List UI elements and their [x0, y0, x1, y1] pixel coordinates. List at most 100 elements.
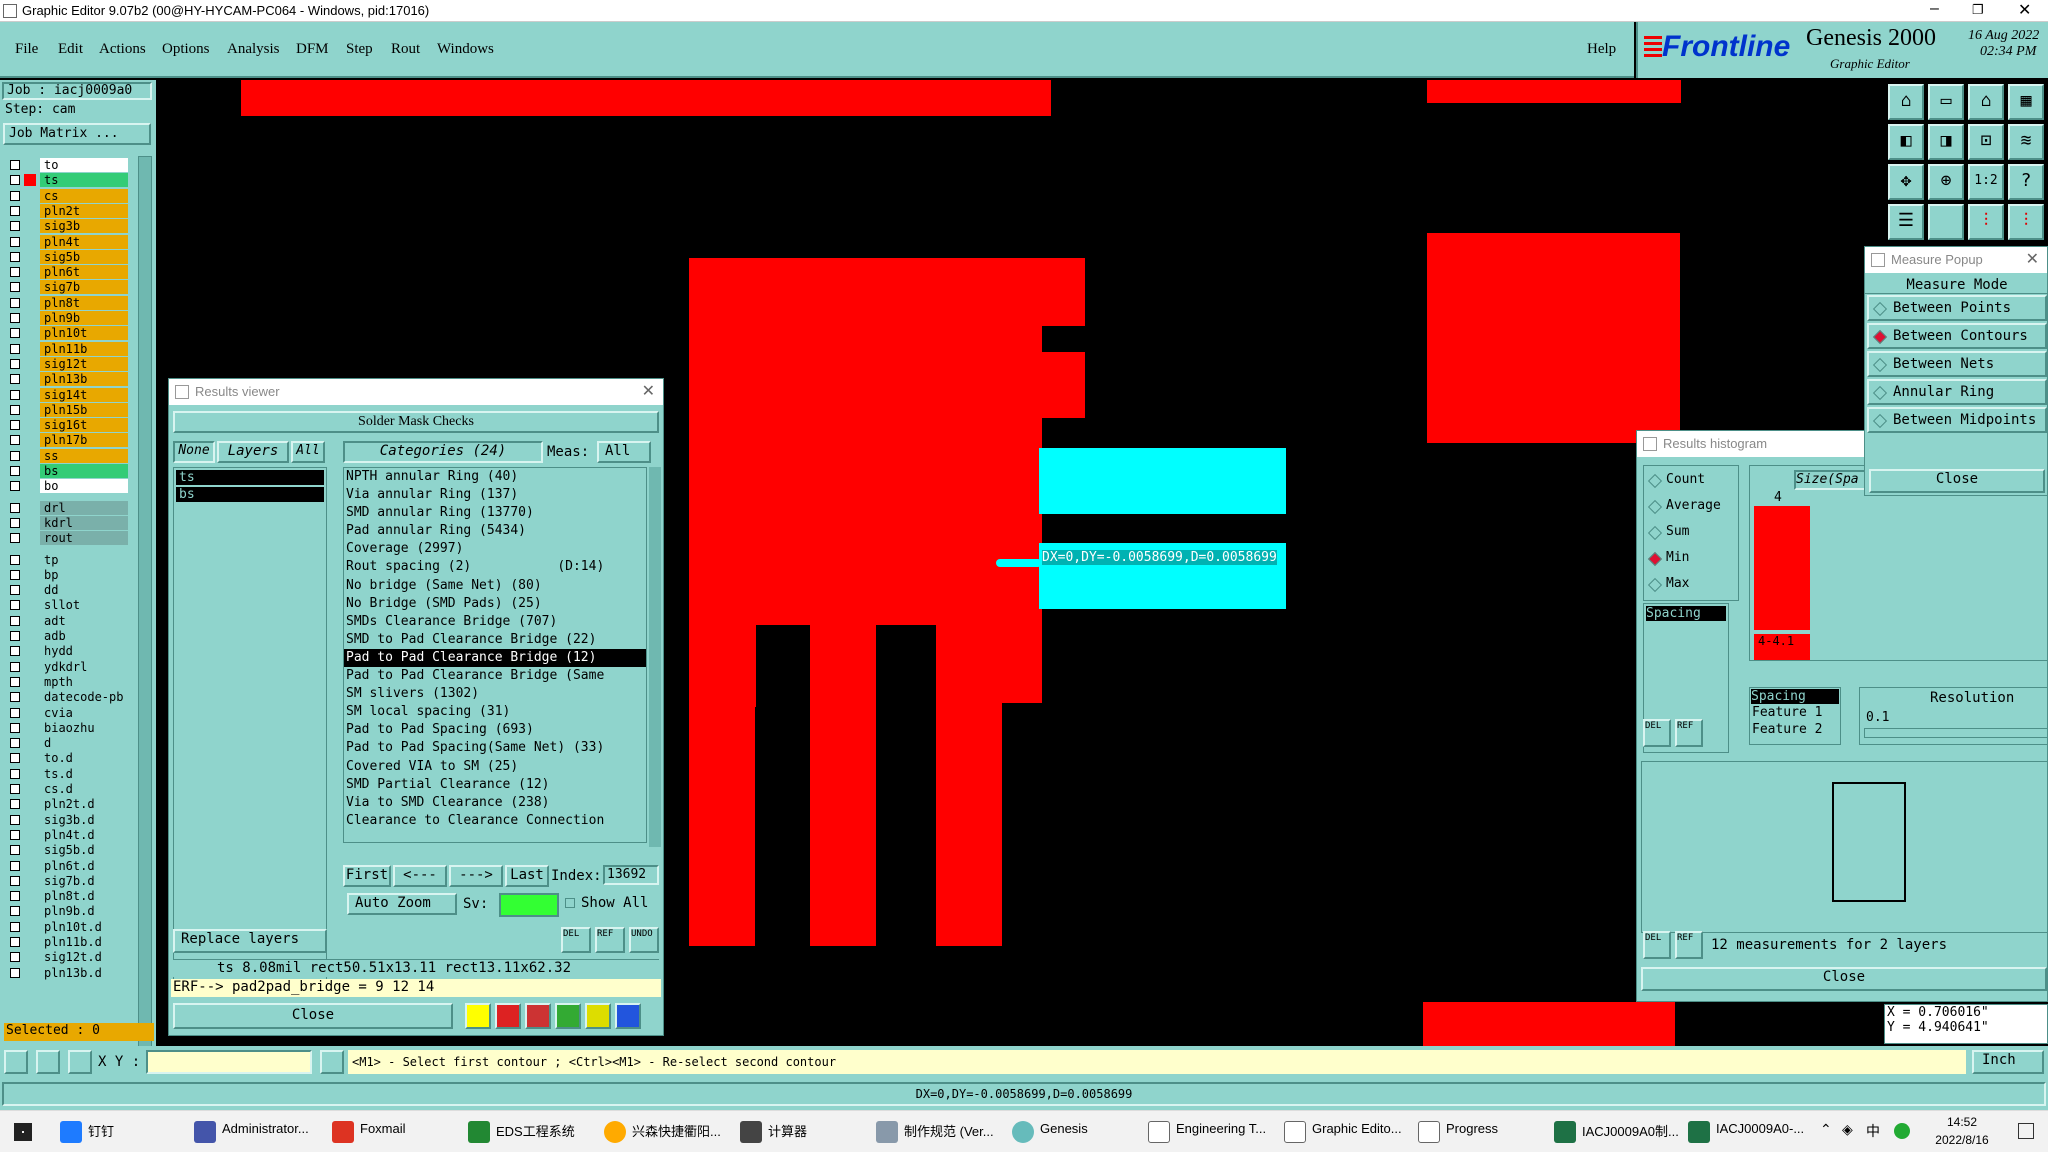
ref-button[interactable]: REF — [1675, 719, 1703, 747]
zoom-home-icon[interactable]: ⌂ — [1888, 84, 1924, 120]
layer-name[interactable]: ts.d — [40, 766, 128, 781]
category-item[interactable]: Clearance to Clearance Connection — [344, 812, 646, 830]
layer-row[interactable]: bs — [4, 464, 152, 479]
category-item[interactable]: SMDs Clearance Bridge (707) — [344, 613, 646, 631]
mode-between-points[interactable]: Between Points — [1867, 295, 2047, 321]
home-icon[interactable]: ⌂ — [1968, 84, 2004, 120]
layer-checkbox[interactable] — [10, 282, 20, 293]
layer-name[interactable]: tp — [40, 552, 128, 567]
mode-between-nets[interactable]: Between Nets — [1867, 351, 2047, 377]
layer-checkbox[interactable] — [10, 343, 20, 354]
next-button[interactable]: ---> — [449, 865, 503, 887]
category-item[interactable]: SMD Partial Clearance (12) — [344, 776, 646, 794]
layer-name[interactable]: d — [40, 736, 128, 751]
layer-row[interactable]: sig7b — [4, 280, 152, 295]
layer-checkbox[interactable] — [10, 517, 20, 528]
del-button[interactable]: DEL — [561, 927, 591, 953]
layer-checkbox[interactable] — [10, 297, 20, 308]
layer-row[interactable]: sig5b — [4, 249, 152, 265]
layer-name[interactable]: sig3b.d — [40, 812, 128, 827]
layer-row[interactable]: rout — [4, 531, 152, 546]
layer-row[interactable]: to — [4, 158, 152, 173]
stat-max[interactable]: Max — [1644, 574, 1740, 598]
last-button[interactable]: Last — [505, 865, 549, 887]
menu-rout[interactable]: Rout — [391, 41, 420, 58]
layer-name[interactable]: sig14t — [40, 387, 128, 402]
category-item[interactable]: SM local spacing (31) — [344, 703, 646, 721]
layer-row[interactable]: pln4t — [4, 234, 152, 250]
menu-actions[interactable]: Actions — [99, 41, 146, 58]
layer-checkbox[interactable] — [10, 615, 20, 626]
layer-checkbox[interactable] — [10, 502, 20, 513]
close-icon[interactable]: ✕ — [642, 379, 655, 405]
layer-name[interactable]: sig5b — [40, 249, 128, 264]
layer-checkbox[interactable] — [10, 466, 20, 476]
layer-checkbox[interactable] — [10, 891, 20, 902]
layer-checkbox[interactable] — [10, 554, 20, 565]
layer-checkbox[interactable] — [10, 646, 20, 657]
layer-name[interactable]: pln11b — [40, 341, 128, 356]
layer-checkbox[interactable] — [10, 692, 20, 703]
taskbar-item[interactable]: 钉钉 — [88, 1121, 114, 1140]
measure-close-button[interactable]: Close — [1869, 469, 2045, 493]
layer-checkbox[interactable] — [10, 814, 20, 825]
layer-checkbox[interactable] — [10, 967, 20, 978]
layer-name[interactable]: sig7b.d — [40, 873, 128, 888]
menu-options[interactable]: Options — [162, 41, 210, 58]
info-icon[interactable] — [320, 1050, 344, 1074]
layer-checkbox[interactable] — [10, 175, 20, 186]
layer-row[interactable]: pln2t — [4, 203, 152, 219]
layer-name[interactable]: pln11b.d — [40, 935, 128, 949]
layer-row[interactable]: ss — [4, 448, 152, 464]
first-button[interactable]: First — [343, 865, 391, 887]
meas-dropdown[interactable]: All — [597, 441, 651, 463]
layer-row[interactable]: hydd — [4, 644, 152, 659]
measure-tool-icon[interactable] — [36, 1050, 60, 1074]
layer-name[interactable]: adt — [40, 613, 128, 628]
layer-checkbox[interactable] — [10, 799, 20, 810]
layer-row[interactable]: tp — [4, 552, 152, 568]
blank-tool-icon[interactable] — [1928, 204, 1964, 240]
wechat-icon[interactable] — [1894, 1123, 1910, 1139]
layer-name[interactable]: to — [40, 158, 128, 172]
layer-row[interactable]: pln13b — [4, 372, 152, 387]
layer-row[interactable]: sig14t — [4, 387, 152, 403]
layer-name[interactable]: pln10t — [40, 326, 128, 341]
layer-row[interactable]: cs.d — [4, 782, 152, 797]
layer-name[interactable]: pln10t.d — [40, 919, 128, 934]
category-item[interactable]: NPTH annular Ring (40) — [344, 468, 646, 486]
layer-row[interactable]: adb — [4, 629, 152, 644]
layer-row[interactable]: pln4t.d — [4, 827, 152, 843]
layer-name[interactable]: sig12t — [40, 356, 128, 371]
filter-icon[interactable]: ☰ — [1888, 204, 1924, 240]
layer-name[interactable]: pln13b.d — [40, 965, 128, 980]
layer-name[interactable]: biaozhu — [40, 720, 128, 735]
layer-selection-list[interactable]: ts bs — [173, 467, 327, 991]
units-dropdown[interactable]: Inch — [1972, 1050, 2044, 1074]
window-icon[interactable]: ⊡ — [1968, 124, 2004, 160]
grid-icon[interactable]: ▦ — [2008, 84, 2044, 120]
layer-checkbox[interactable] — [10, 921, 20, 932]
chart-icon[interactable] — [465, 1003, 491, 1029]
mode-annular-ring[interactable]: Annular Ring — [1867, 379, 2047, 405]
layer-checkbox[interactable] — [10, 389, 20, 400]
layer-name[interactable]: rout — [40, 531, 128, 546]
layer-row[interactable]: pln15b — [4, 402, 152, 418]
category-item[interactable]: Pad to Pad Spacing (693) — [344, 721, 646, 739]
category-item[interactable]: Pad to Pad Spacing(Same Net) (33) — [344, 739, 646, 757]
category-item[interactable]: Via to SMD Clearance (238) — [344, 794, 646, 812]
pan-left-icon[interactable]: ◧ — [1888, 124, 1924, 160]
taskbar-item[interactable]: IACJ0009A0-... — [1716, 1121, 1804, 1136]
layer-checkbox[interactable] — [10, 784, 20, 794]
histogram-close-button[interactable]: Close — [1641, 967, 2047, 991]
layer-name[interactable]: adb — [40, 629, 128, 643]
menu-file[interactable]: File — [15, 41, 38, 58]
layer-name[interactable]: pln13b — [40, 372, 128, 387]
layer-checkbox[interactable] — [10, 722, 20, 733]
layer-row[interactable]: adt — [4, 613, 152, 629]
layer-name[interactable]: ydkdrl — [40, 659, 128, 674]
layer-name[interactable]: sig7b — [40, 280, 128, 295]
job-matrix-button[interactable]: Job Matrix ... — [3, 123, 151, 145]
layer-checkbox[interactable] — [10, 533, 20, 544]
layer-row[interactable]: dd — [4, 583, 152, 598]
